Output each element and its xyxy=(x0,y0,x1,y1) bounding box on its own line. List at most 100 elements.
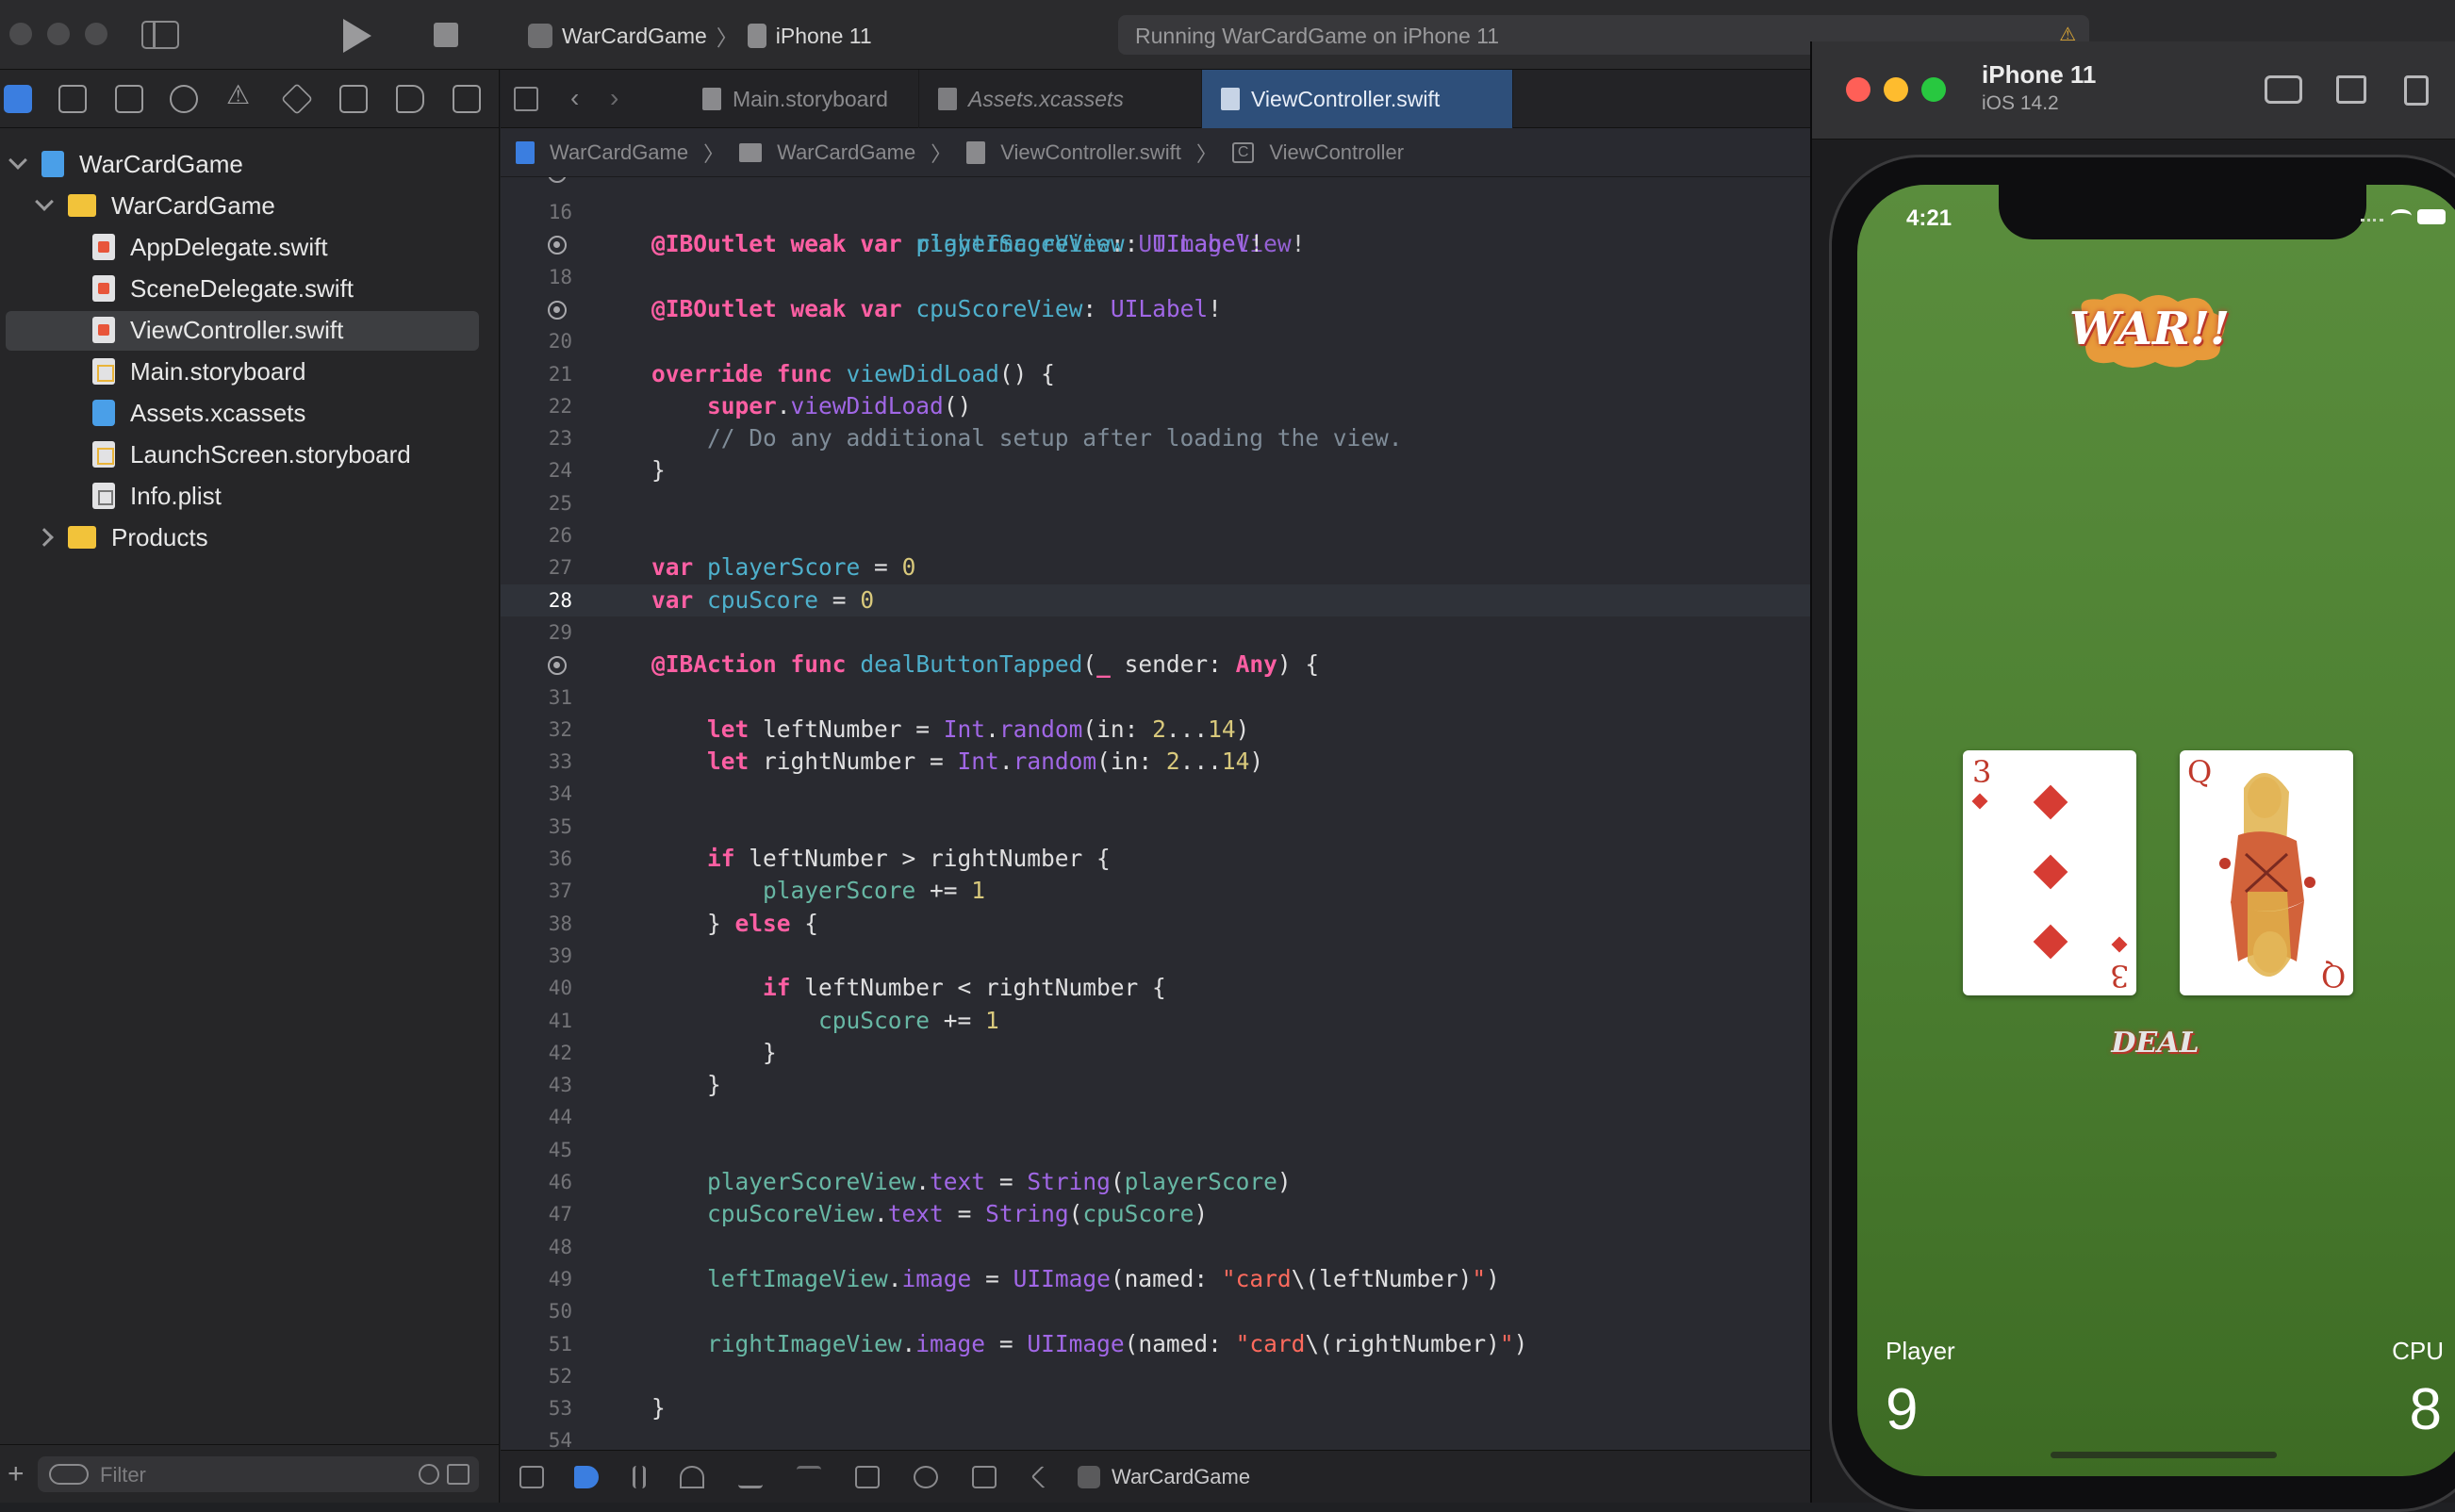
line-number[interactable]: 32 xyxy=(501,714,572,746)
line-number[interactable]: 34 xyxy=(501,778,572,810)
run-button[interactable] xyxy=(343,19,371,53)
code-text[interactable]: } xyxy=(651,1392,666,1424)
recent-files-clock-icon[interactable] xyxy=(419,1464,439,1485)
tree-item-file[interactable]: SceneDelegate.swift xyxy=(92,270,354,307)
code-line[interactable]: 35 xyxy=(501,811,1822,843)
chevron-right-icon[interactable] xyxy=(35,528,54,547)
line-number[interactable]: 18 xyxy=(501,261,572,293)
tree-item-group[interactable]: WarCardGame xyxy=(35,187,275,224)
step-into-icon[interactable] xyxy=(738,1466,763,1488)
line-number[interactable]: 23 xyxy=(501,422,572,454)
code-line[interactable]: 54 xyxy=(501,1424,1822,1450)
code-text[interactable]: cpuScore += 1 xyxy=(651,1005,999,1037)
jumpbar-group[interactable]: WarCardGame xyxy=(777,140,915,165)
code-line[interactable]: 32 let leftNumber = Int.random(in: 2...1… xyxy=(501,714,1822,746)
line-number[interactable]: 50 xyxy=(501,1295,572,1327)
code-text[interactable]: if leftNumber > rightNumber { xyxy=(651,843,1111,875)
code-line[interactable]: 27 var playerScore = 0 xyxy=(501,551,1822,583)
environment-overrides-icon[interactable] xyxy=(972,1465,997,1488)
line-number[interactable]: 40 xyxy=(501,972,572,1004)
code-text[interactable]: } xyxy=(651,454,666,486)
line-number[interactable]: 39 xyxy=(501,940,572,972)
code-text[interactable]: let rightNumber = Int.random(in: 2...14) xyxy=(651,746,1263,778)
code-area[interactable]: @IBOutlet weak var rightImageView: UIIma… xyxy=(501,177,1822,1450)
code-line[interactable]: 39 xyxy=(501,940,1822,972)
jumpbar-symbol[interactable]: ViewController xyxy=(1269,140,1404,165)
line-number[interactable]: 49 xyxy=(501,1263,572,1295)
line-number[interactable]: 27 xyxy=(501,551,572,583)
test-diamond-icon[interactable] xyxy=(281,83,313,115)
source-control-filter-icon[interactable] xyxy=(447,1464,470,1485)
project-navigator-folder-icon[interactable] xyxy=(4,85,32,113)
step-over-icon[interactable] xyxy=(680,1465,704,1488)
code-line[interactable]: 51 rightImageView.image = UIImage(named:… xyxy=(501,1328,1822,1360)
code-text[interactable]: } else { xyxy=(651,908,818,940)
code-line[interactable]: @IBOutlet weak var cpuScoreView: UILabel… xyxy=(501,293,1822,325)
code-text[interactable]: let leftNumber = Int.random(in: 2...14) xyxy=(651,714,1249,746)
report-icon[interactable] xyxy=(453,85,481,113)
hide-debug-area-icon[interactable] xyxy=(519,1465,544,1488)
grid-icon[interactable] xyxy=(514,87,538,111)
code-line[interactable]: 23 // Do any additional setup after load… xyxy=(501,422,1822,454)
code-line[interactable]: 48 xyxy=(501,1231,1822,1263)
line-number[interactable]: 36 xyxy=(501,843,572,875)
rotate-icon[interactable] xyxy=(2404,75,2429,106)
code-text[interactable]: } xyxy=(651,1069,721,1101)
pause-icon[interactable] xyxy=(633,1465,646,1488)
code-line[interactable]: 47 cpuScoreView.text = String(cpuScore) xyxy=(501,1198,1822,1230)
code-text[interactable]: if leftNumber < rightNumber { xyxy=(651,972,1166,1004)
breakpoint-tag-icon[interactable] xyxy=(396,85,424,113)
code-line[interactable]: 16 xyxy=(501,196,1822,228)
line-number[interactable]: 21 xyxy=(501,358,572,390)
line-number[interactable]: 44 xyxy=(501,1101,572,1133)
code-line[interactable]: 26 xyxy=(501,519,1822,551)
outlet-connection-icon[interactable] xyxy=(548,300,567,320)
view-hierarchy-icon[interactable] xyxy=(855,1465,880,1488)
stop-button[interactable] xyxy=(434,23,458,47)
code-line[interactable]: 36 if leftNumber > rightNumber { xyxy=(501,843,1822,875)
jumpbar-file[interactable]: ViewController.swift xyxy=(1000,140,1181,165)
jumpbar-project[interactable]: WarCardGame xyxy=(550,140,688,165)
line-number[interactable]: 48 xyxy=(501,1231,572,1263)
line-number[interactable]: 43 xyxy=(501,1069,572,1101)
line-number[interactable]: 42 xyxy=(501,1037,572,1069)
code-line[interactable]: 20 xyxy=(501,325,1822,357)
minimize-window-button[interactable] xyxy=(47,23,70,45)
code-line[interactable]: 24} xyxy=(501,454,1822,486)
code-line[interactable]: 18 xyxy=(501,261,1822,293)
simulate-location-icon[interactable] xyxy=(1030,1465,1055,1488)
back-arrow-icon[interactable]: ‹ xyxy=(570,83,579,113)
screenshot-camera-icon[interactable] xyxy=(2265,75,2302,104)
close-window-button[interactable] xyxy=(1846,77,1870,102)
line-number[interactable]: 54 xyxy=(501,1424,572,1450)
code-line[interactable]: 43 } xyxy=(501,1069,1822,1101)
line-number[interactable]: 22 xyxy=(501,390,572,422)
code-line[interactable]: 49 leftImageView.image = UIImage(named: … xyxy=(501,1263,1822,1295)
sidebar-toggle-icon[interactable] xyxy=(141,21,179,49)
code-text[interactable]: playerScoreView.text = String(playerScor… xyxy=(651,1166,1292,1198)
line-number[interactable]: 26 xyxy=(501,519,572,551)
line-number[interactable]: 41 xyxy=(501,1005,572,1037)
tree-item-group[interactable]: Products xyxy=(35,518,208,556)
tree-item-file-selected[interactable]: ViewController.swift xyxy=(92,311,343,349)
code-line[interactable]: 40 if leftNumber < rightNumber { xyxy=(501,972,1822,1004)
tab-main-storyboard[interactable]: Main.storyboard xyxy=(684,70,919,128)
code-line[interactable]: 50 xyxy=(501,1295,1822,1327)
add-icon[interactable]: + xyxy=(8,1458,25,1490)
code-text[interactable]: } xyxy=(651,1037,777,1069)
line-number[interactable]: 29 xyxy=(501,616,572,649)
line-number[interactable]: 35 xyxy=(501,811,572,843)
line-number[interactable]: 31 xyxy=(501,682,572,714)
code-line[interactable]: 28 var cpuScore = 0 xyxy=(501,583,1822,616)
code-text[interactable]: playerScore += 1 xyxy=(651,875,985,907)
code-line[interactable]: 45 xyxy=(501,1134,1822,1166)
code-line[interactable]: 25 xyxy=(501,487,1822,519)
code-line[interactable]: 38 } else { xyxy=(501,908,1822,940)
code-line[interactable]: 34 xyxy=(501,778,1822,810)
code-text[interactable]: @IBAction func dealButtonTapped(_ sender… xyxy=(651,649,1319,681)
code-line[interactable]: 29 xyxy=(501,616,1822,649)
line-number[interactable]: 47 xyxy=(501,1198,572,1230)
code-line[interactable]: 31 xyxy=(501,682,1822,714)
tree-item-file[interactable]: LaunchScreen.storyboard xyxy=(92,436,411,473)
code-text[interactable]: var cpuScore = 0 xyxy=(651,584,874,616)
